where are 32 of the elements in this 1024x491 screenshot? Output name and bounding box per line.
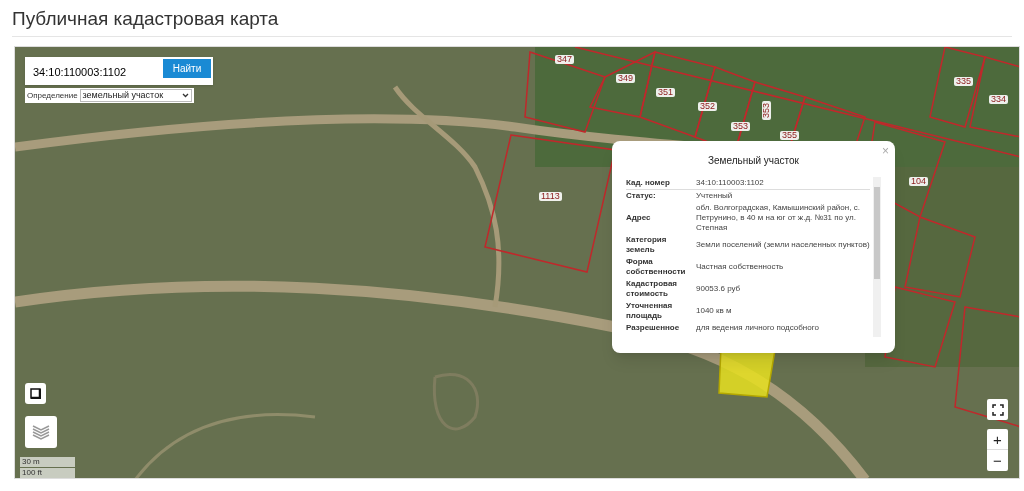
attribute-label: Статус: [626,191,657,201]
definition-label: Определение [27,89,78,102]
attribute-value: Частная собственность [696,262,785,272]
parcel-number: 352 [698,102,718,111]
attribute-value: 34:10:110003:1102 [696,178,765,188]
scale-bar: 30 m [20,457,75,467]
attribute-label: Адрес [626,213,652,223]
attribute-value: Земли поселений (земли населенных пунктов) [696,240,871,250]
parcel-number: 353 [731,122,751,131]
parcel-number: 347 [555,55,575,64]
parcel-number: 104 [909,177,929,186]
attribute-value: для ведения личного подсобного [696,323,820,333]
scale-bar: 100 ft [20,468,75,478]
parcel-number: 355 [780,131,800,140]
page-title: Публичная кадастровая карта [12,7,280,31]
attribute-value: 1040 кв м [696,306,733,316]
attribute-label: Форма собственности [626,257,687,277]
parcel-number: 353 [762,101,771,120]
parcel-number: 335 [954,77,974,86]
parcel-number: 334 [989,95,1009,104]
attribute-label: Категория земель [626,235,668,255]
attribute-label: Кад. номер [626,178,671,188]
attribute-label: Кадастровая стоимость [626,279,679,299]
attribute-label: Разрешенное [626,323,681,333]
attribute-label: Уточненная площадь [626,301,674,321]
parcel-number: 349 [616,74,636,83]
attribute-value: 90053.6 руб [696,284,742,294]
parcel-number: 351 [656,88,676,97]
attribute-value: Учтенный [696,191,734,201]
parcel-number: 1113 [539,192,562,201]
popup-title: Земельный участок [707,154,800,168]
attribute-value: обл. Волгоградская, Камышинский район, с. Петрунино, в 40 м на юг от ж.д. №31 по ул. Степная [696,203,861,233]
